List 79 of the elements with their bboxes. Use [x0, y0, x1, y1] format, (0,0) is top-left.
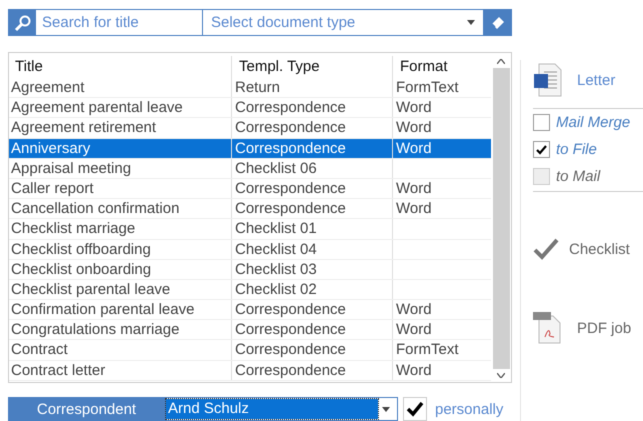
scroll-up-icon[interactable]	[497, 59, 505, 64]
table-cell: Checklist 02	[235, 280, 317, 298]
table-cell: Agreement parental leave	[11, 99, 183, 116]
checkbox-label: to Mail	[556, 168, 600, 185]
table-cell: Contract	[11, 341, 68, 358]
checkbox-label: personally	[435, 400, 504, 418]
checkbox-label: Mail Merge	[556, 114, 630, 131]
table-row[interactable]: Cancellation confirmation Correspondence Word	[9, 199, 491, 220]
table-cell: Checklist parental leave	[11, 280, 170, 298]
column-header[interactable]: Title	[9, 56, 232, 78]
table-cell: Word	[396, 301, 432, 318]
table-cell: Contract letter	[11, 362, 106, 379]
table-cell: Confirmation parental leave	[11, 301, 194, 318]
caret-icon	[467, 20, 475, 25]
table-cell: Agreement retirement	[11, 119, 156, 136]
checkbox[interactable]	[533, 114, 550, 131]
table-cell: Correspondence	[235, 119, 346, 136]
checkbox[interactable]	[533, 141, 550, 158]
pdf-job-action[interactable]: PDF job	[577, 320, 632, 336]
caret-icon	[382, 406, 390, 412]
table-cell: Correspondence	[235, 180, 346, 197]
table-row[interactable]: Checklist offboarding Checklist 04	[9, 240, 491, 260]
table-cell: Checklist offboarding	[11, 240, 151, 258]
word-document-icon	[533, 63, 563, 97]
table-cell: Checklist marriage	[11, 220, 136, 238]
table-cell: Word	[396, 99, 432, 116]
table-row[interactable]: Caller report Correspondence Word	[9, 178, 491, 200]
pdf-file-icon	[533, 312, 563, 344]
table-cell: Anniversary	[11, 140, 90, 157]
table-cell: Congratulations marriage	[11, 321, 180, 338]
table-row[interactable]: Contract Correspondence FormText	[9, 340, 491, 361]
table-row[interactable]: Confirmation parental leave Correspondence Word	[9, 300, 491, 320]
table-cell: Correspondence	[235, 321, 346, 338]
scrollbar-thumb[interactable]	[492, 68, 510, 369]
table-cell: Cancellation confirmation	[11, 200, 180, 218]
table-cell: Return	[235, 79, 280, 96]
table-cell: Correspondence	[235, 99, 346, 116]
table-cell: Word	[396, 119, 432, 136]
table-cell: Checklist onboarding	[11, 260, 152, 278]
table-cell: Word	[396, 321, 432, 338]
table-row[interactable]: Checklist marriage Checklist 01	[9, 219, 491, 240]
column-header[interactable]: Templ. Type	[232, 56, 393, 78]
table-row[interactable]: Agreement parental leave Correspondence Word	[9, 98, 491, 118]
table-cell: Checklist 01	[235, 220, 317, 238]
table-cell: Checklist 03	[235, 260, 317, 278]
correspondent-dropdown[interactable]: Arnd Schulz	[165, 397, 398, 421]
table-row[interactable]: Congratulations marriage Correspondence Word	[9, 320, 491, 340]
table-row[interactable]: Appraisal meeting Checklist 06	[9, 158, 491, 179]
table-cell: Caller report	[11, 180, 94, 197]
table-cell: Word	[396, 200, 432, 218]
table-row[interactable]: Agreement Return FormText	[9, 78, 491, 98]
table-cell: Correspondence	[235, 140, 346, 157]
checkbox-label: to File	[556, 141, 597, 158]
table-cell: Appraisal meeting	[11, 160, 132, 177]
table-cell: Correspondence	[235, 362, 346, 379]
document-type-dropdown[interactable]: Select document type	[203, 10, 483, 35]
table-row[interactable]: Contract letter Correspondence Word	[9, 360, 491, 381]
table-cell: FormText	[396, 341, 459, 358]
table-row[interactable]: Checklist parental leave Checklist 02	[9, 280, 491, 300]
search-field[interactable]: Search for title	[36, 10, 203, 35]
table-cell: Correspondence	[235, 341, 346, 358]
table-cell: FormText	[396, 79, 459, 96]
scroll-down-icon[interactable]	[497, 373, 505, 378]
table-row[interactable]: Checklist onboarding Checklist 03	[9, 260, 491, 280]
column-header[interactable]: Format	[393, 56, 491, 78]
checklist-action[interactable]: Checklist	[569, 240, 630, 258]
table-row[interactable]: Anniversary Correspondence Word	[9, 138, 491, 159]
table-cell: Correspondence	[235, 200, 346, 218]
letter-action[interactable]: Letter	[577, 72, 616, 88]
table-cell: Checklist 04	[235, 240, 317, 258]
table-cell: Word	[396, 362, 432, 379]
table-cell: Correspondence	[235, 301, 346, 318]
correspondent-label: Correspondent	[8, 397, 165, 421]
table-cell: Agreement	[11, 79, 84, 96]
table-cell: Word	[396, 140, 432, 157]
checkbox[interactable]	[403, 397, 427, 421]
table-cell: Checklist 06	[235, 160, 317, 177]
table-cell: Word	[396, 180, 432, 197]
checkmark-icon	[533, 238, 559, 260]
